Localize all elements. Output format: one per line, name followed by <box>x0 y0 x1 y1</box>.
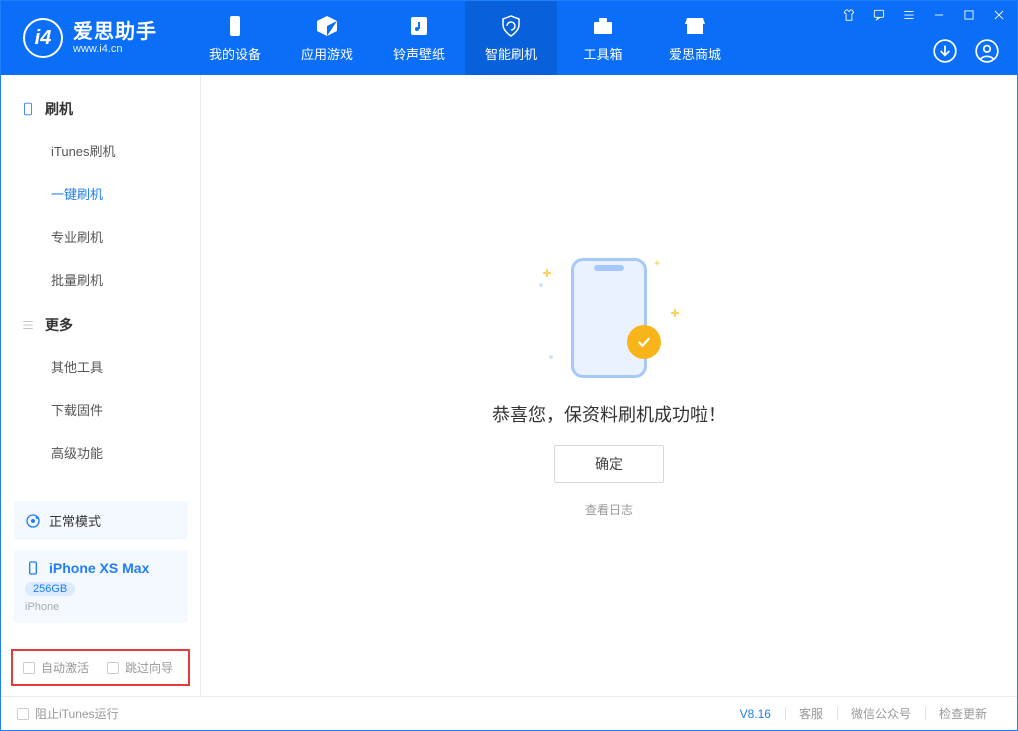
nav-label: 工具箱 <box>583 44 622 63</box>
nav-tabs: 我的设备 应用游戏 铃声壁纸 智能刷机 工具箱 爱思商城 <box>189 1 741 75</box>
header-right-icons <box>931 37 1001 65</box>
checkbox-label: 跳过向导 <box>125 659 173 676</box>
sidebar-item-batch-flash[interactable]: 批量刷机 <box>1 258 200 301</box>
checkbox-icon <box>107 662 119 674</box>
feedback-icon[interactable] <box>871 7 887 23</box>
device-icon <box>223 14 247 38</box>
ok-button[interactable]: 确定 <box>554 445 664 483</box>
sparkle-icon <box>655 261 660 266</box>
nav-tab-device[interactable]: 我的设备 <box>189 1 281 75</box>
statusbar: 阻止iTunes运行 V8.16 客服 微信公众号 检查更新 <box>1 696 1017 730</box>
device-capacity: 256GB <box>25 582 75 596</box>
nav-tab-apps[interactable]: 应用游戏 <box>281 1 373 75</box>
mode-icon <box>25 513 41 529</box>
close-icon[interactable] <box>991 7 1007 23</box>
menu-icon[interactable] <box>901 7 917 23</box>
checkbox-skip-guide[interactable]: 跳过向导 <box>107 659 173 676</box>
status-link-support[interactable]: 客服 <box>785 705 837 722</box>
maximize-icon[interactable] <box>961 7 977 23</box>
nav-label: 智能刷机 <box>485 44 537 63</box>
device-type: iPhone <box>25 601 176 613</box>
body: 刷机 iTunes刷机 一键刷机 专业刷机 批量刷机 更多 其他工具 下载固件 … <box>1 75 1017 696</box>
user-circle-icon[interactable] <box>973 37 1001 65</box>
nav-label: 应用游戏 <box>301 44 353 63</box>
phone-illustration-icon <box>571 258 647 378</box>
checkbox-prevent-itunes[interactable]: 阻止iTunes运行 <box>17 705 119 722</box>
checkbox-label: 阻止iTunes运行 <box>35 705 119 722</box>
nav-tab-toolbox[interactable]: 工具箱 <box>557 1 649 75</box>
titlebar: i4 爱思助手 www.i4.cn 我的设备 应用游戏 铃声壁纸 智能刷机 <box>1 1 1017 75</box>
minimize-icon[interactable] <box>931 7 947 23</box>
success-message: 恭喜您，保资料刷机成功啦！ <box>492 401 726 427</box>
checkbox-icon <box>23 662 35 674</box>
dot-icon <box>549 355 553 359</box>
list-icon <box>21 318 35 332</box>
sidebar-item-itunes-flash[interactable]: iTunes刷机 <box>1 129 200 172</box>
sidebar-group-title: 更多 <box>45 315 73 335</box>
store-icon <box>683 14 707 38</box>
device-name: iPhone XS Max <box>49 560 149 576</box>
nav-label: 爱思商城 <box>669 44 721 63</box>
phone-small-icon <box>25 560 41 576</box>
checkbox-label: 自动激活 <box>41 659 89 676</box>
download-circle-icon[interactable] <box>931 37 959 65</box>
sidebar-group-title: 刷机 <box>45 99 73 119</box>
sidebar-item-download-firmware[interactable]: 下载固件 <box>1 388 200 431</box>
status-link-wechat[interactable]: 微信公众号 <box>837 705 925 722</box>
sidebar-item-pro-flash[interactable]: 专业刷机 <box>1 215 200 258</box>
nav-label: 铃声壁纸 <box>393 44 445 63</box>
sidebar-cards: 正常模式 iPhone XS Max 256GB iPhone <box>1 501 200 643</box>
sparkle-icon <box>671 309 679 317</box>
phone-outline-icon <box>21 102 35 116</box>
device-card[interactable]: iPhone XS Max 256GB iPhone <box>13 550 188 623</box>
check-badge-icon <box>627 325 661 359</box>
refresh-shield-icon <box>499 14 523 38</box>
nav-tab-flash[interactable]: 智能刷机 <box>465 1 557 75</box>
app-subtitle: www.i4.cn <box>73 43 157 55</box>
logo-icon: i4 <box>23 18 63 58</box>
version-label[interactable]: V8.16 <box>726 707 785 721</box>
bottom-options-highlight: 自动激活 跳过向导 <box>11 649 190 686</box>
mode-label: 正常模式 <box>49 511 101 530</box>
mode-card[interactable]: 正常模式 <box>13 501 188 540</box>
view-log-link[interactable]: 查看日志 <box>585 501 633 518</box>
sidebar-group-flash[interactable]: 刷机 <box>1 85 200 129</box>
success-illustration <box>539 253 679 383</box>
sidebar: 刷机 iTunes刷机 一键刷机 专业刷机 批量刷机 更多 其他工具 下载固件 … <box>1 75 201 696</box>
nav-tab-store[interactable]: 爱思商城 <box>649 1 741 75</box>
sparkle-icon <box>543 269 551 277</box>
music-icon <box>407 14 431 38</box>
checkbox-icon <box>17 708 29 720</box>
logo-area[interactable]: i4 爱思助手 www.i4.cn <box>1 18 175 58</box>
nav-label: 我的设备 <box>209 44 261 63</box>
checkbox-auto-activate[interactable]: 自动激活 <box>23 659 89 676</box>
app-title: 爱思助手 <box>73 21 157 43</box>
main-content: 恭喜您，保资料刷机成功啦！ 确定 查看日志 <box>201 75 1017 696</box>
dot-icon <box>539 283 543 287</box>
nav-tab-ringtone[interactable]: 铃声壁纸 <box>373 1 465 75</box>
shirt-icon[interactable] <box>841 7 857 23</box>
toolbox-icon <box>591 14 615 38</box>
status-link-update[interactable]: 检查更新 <box>925 705 1001 722</box>
window-controls <box>841 7 1007 23</box>
sidebar-item-oneclick-flash[interactable]: 一键刷机 <box>1 172 200 215</box>
sidebar-item-other-tools[interactable]: 其他工具 <box>1 345 200 388</box>
app-window: i4 爱思助手 www.i4.cn 我的设备 应用游戏 铃声壁纸 智能刷机 <box>0 0 1018 731</box>
sidebar-item-advanced[interactable]: 高级功能 <box>1 431 200 474</box>
sidebar-group-more[interactable]: 更多 <box>1 301 200 345</box>
cube-icon <box>315 14 339 38</box>
